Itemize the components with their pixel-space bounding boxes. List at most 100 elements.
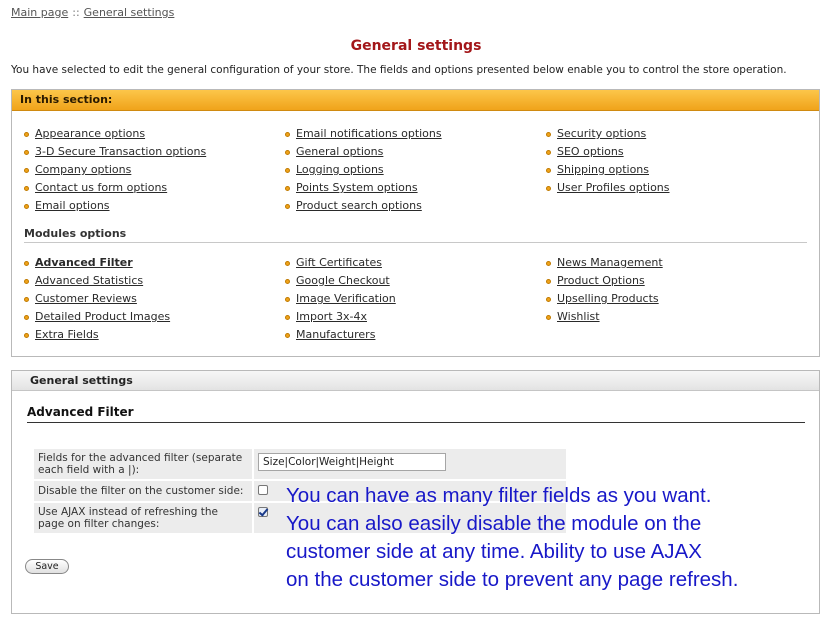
- annotation-line: on the customer side to prevent any page…: [286, 568, 739, 591]
- options-column-3: Security options SEO options Shipping op…: [546, 125, 670, 197]
- module-link[interactable]: Extra Fields: [35, 328, 99, 341]
- intro-text: You have selected to edit the general co…: [11, 64, 787, 76]
- bullet-icon: [285, 131, 290, 137]
- bullet-icon: [546, 260, 551, 266]
- module-item[interactable]: Wishlist: [546, 308, 663, 326]
- module-item-advanced-filter[interactable]: Advanced Filter: [24, 254, 170, 272]
- option-link[interactable]: Contact us form options: [35, 181, 167, 194]
- bullet-icon: [24, 278, 29, 284]
- option-item[interactable]: Shipping options: [546, 161, 670, 179]
- save-button[interactable]: Save: [25, 559, 69, 574]
- option-link[interactable]: Points System options: [296, 181, 418, 194]
- module-link[interactable]: Wishlist: [557, 310, 600, 323]
- option-link[interactable]: Company options: [35, 163, 131, 176]
- breadcrumb-current-link[interactable]: General settings: [84, 6, 175, 19]
- option-link[interactable]: SEO options: [557, 145, 624, 158]
- module-link[interactable]: Image Verification: [296, 292, 396, 305]
- module-link[interactable]: Detailed Product Images: [35, 310, 170, 323]
- ajax-checkbox[interactable]: [258, 507, 268, 517]
- bullet-icon: [546, 278, 551, 284]
- bullet-icon: [24, 167, 29, 173]
- bullet-icon: [285, 260, 290, 266]
- option-item[interactable]: Contact us form options: [24, 179, 206, 197]
- disable-filter-checkbox[interactable]: [258, 485, 268, 495]
- bullet-icon: [285, 185, 290, 191]
- breadcrumb: Main page:: General settings: [11, 6, 174, 19]
- module-item[interactable]: Gift Certificates: [285, 254, 396, 272]
- bullet-icon: [285, 314, 290, 320]
- bullet-icon: [285, 296, 290, 302]
- bullet-icon: [24, 131, 29, 137]
- option-item[interactable]: Appearance options: [24, 125, 206, 143]
- module-item[interactable]: Google Checkout: [285, 272, 396, 290]
- bullet-icon: [24, 260, 29, 266]
- module-item[interactable]: Product Options: [546, 272, 663, 290]
- option-link[interactable]: General options: [296, 145, 383, 158]
- module-link[interactable]: Product Options: [557, 274, 645, 287]
- filter-fields-row: Fields for the advanced filter (separate…: [34, 449, 566, 479]
- filter-fields-input[interactable]: [258, 453, 446, 471]
- module-item[interactable]: Manufacturers: [285, 326, 396, 344]
- option-item[interactable]: Company options: [24, 161, 206, 179]
- module-item[interactable]: Advanced Statistics: [24, 272, 170, 290]
- bullet-icon: [285, 278, 290, 284]
- option-item[interactable]: Product search options: [285, 197, 442, 215]
- module-item[interactable]: Extra Fields: [24, 326, 170, 344]
- module-item[interactable]: News Management: [546, 254, 663, 272]
- disable-filter-label: Disable the filter on the customer side:: [38, 485, 244, 497]
- option-link[interactable]: 3-D Secure Transaction options: [35, 145, 206, 158]
- option-link[interactable]: User Profiles options: [557, 181, 670, 194]
- option-item[interactable]: General options: [285, 143, 442, 161]
- module-item[interactable]: Detailed Product Images: [24, 308, 170, 326]
- breadcrumb-home-link[interactable]: Main page: [11, 6, 68, 19]
- option-link[interactable]: Appearance options: [35, 127, 145, 140]
- module-item[interactable]: Upselling Products: [546, 290, 663, 308]
- module-link[interactable]: Advanced Statistics: [35, 274, 143, 287]
- options-column-1: Appearance options 3-D Secure Transactio…: [24, 125, 206, 215]
- module-link[interactable]: News Management: [557, 256, 663, 269]
- annotation-line: You can have as many filter fields as yo…: [286, 484, 712, 507]
- option-link[interactable]: Logging options: [296, 163, 384, 176]
- filter-fields-label: Fields for the advanced filter (separate…: [38, 452, 243, 476]
- option-item[interactable]: User Profiles options: [546, 179, 670, 197]
- bullet-icon: [546, 149, 551, 155]
- bullet-icon: [24, 203, 29, 209]
- option-link[interactable]: Product search options: [296, 199, 422, 212]
- option-link[interactable]: Email notifications options: [296, 127, 442, 140]
- option-item[interactable]: Security options: [546, 125, 670, 143]
- bullet-icon: [285, 332, 290, 338]
- option-item[interactable]: Points System options: [285, 179, 442, 197]
- bullet-icon: [285, 203, 290, 209]
- ajax-label: Use AJAX instead of refreshing the page …: [38, 506, 218, 530]
- annotation-callout: You can have as many filter fields as yo…: [286, 482, 826, 594]
- bullet-icon: [546, 314, 551, 320]
- module-item[interactable]: Customer Reviews: [24, 290, 170, 308]
- in-this-section-panel: In this section: Appearance options 3-D …: [11, 89, 820, 357]
- module-link[interactable]: Customer Reviews: [35, 292, 137, 305]
- bullet-icon: [285, 167, 290, 173]
- annotation-line: customer side at any time. Ability to us…: [286, 540, 702, 563]
- bullet-icon: [546, 131, 551, 137]
- bullet-icon: [285, 149, 290, 155]
- module-link[interactable]: Manufacturers: [296, 328, 375, 341]
- module-link[interactable]: Gift Certificates: [296, 256, 382, 269]
- module-link[interactable]: Google Checkout: [296, 274, 390, 287]
- bullet-icon: [24, 314, 29, 320]
- option-item[interactable]: Logging options: [285, 161, 442, 179]
- module-item[interactable]: Image Verification: [285, 290, 396, 308]
- option-link[interactable]: Security options: [557, 127, 646, 140]
- module-link[interactable]: Advanced Filter: [35, 256, 133, 269]
- option-link[interactable]: Shipping options: [557, 163, 649, 176]
- option-link[interactable]: Email options: [35, 199, 110, 212]
- option-item[interactable]: SEO options: [546, 143, 670, 161]
- module-item[interactable]: Import 3x-4x: [285, 308, 396, 326]
- module-link[interactable]: Upselling Products: [557, 292, 659, 305]
- option-item[interactable]: 3-D Secure Transaction options: [24, 143, 206, 161]
- bullet-icon: [546, 167, 551, 173]
- bullet-icon: [546, 185, 551, 191]
- module-link[interactable]: Import 3x-4x: [296, 310, 367, 323]
- option-item[interactable]: Email options: [24, 197, 206, 215]
- modules-column-3: News Management Product Options Upsellin…: [546, 254, 663, 326]
- bullet-icon: [546, 296, 551, 302]
- option-item[interactable]: Email notifications options: [285, 125, 442, 143]
